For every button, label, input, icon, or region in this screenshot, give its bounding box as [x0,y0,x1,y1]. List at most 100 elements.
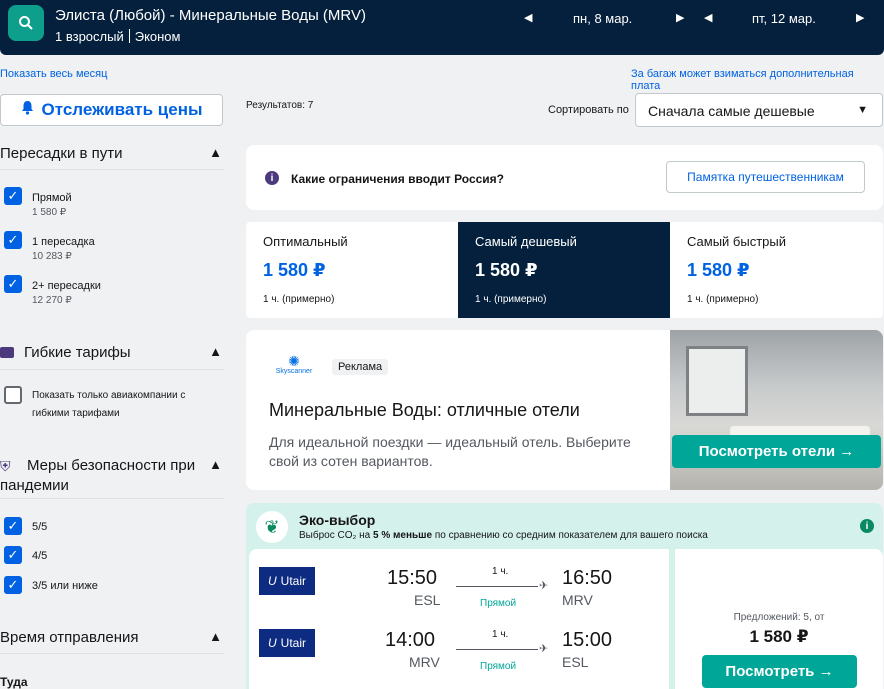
next-return-date-icon[interactable]: ▶ [856,11,864,24]
eco-text-bold: 5 % меньше [373,530,433,541]
arrival-time: 16:50 [562,567,613,589]
info-icon[interactable]: i [860,519,874,533]
next-depart-date-icon[interactable]: ▶ [676,11,684,24]
sunrise-icon: ✺ [288,353,300,369]
checkbox-flex-only[interactable] [4,386,22,404]
departure-time-header[interactable]: Время отправления ▲ [0,629,224,654]
tab-price: 1 580 ₽ [263,260,326,280]
tab-duration: 1 ч. (примерно) [687,294,759,305]
departure-airport: MRV [409,654,440,670]
eco-text-after: по сравнению со средним показателем для … [434,530,708,541]
chevron-up-icon[interactable]: ▲ [209,629,222,644]
plane-icon: ✈ [539,580,549,592]
results-count: Результатов: 7 [246,100,314,111]
show-month-link[interactable]: Показать весь месяц [0,68,107,80]
eco-text-before: Выброс CO₂ на [299,530,371,541]
checkbox-safety-3-or-less[interactable]: ✓ [4,576,22,594]
stops-filter-title: Пересадки в пути [0,145,123,162]
flight-price: 1 580 ₽ [749,627,809,646]
price-panel: Предложений: 5, от 1 580 ₽ Посмотреть → [675,549,883,689]
airline-name: Utair [280,636,306,650]
direct-flight-label: Прямой [480,661,517,672]
airline-logo: U Utair [259,567,315,595]
route-line [456,586,538,587]
search-header: Элиста (Любой) - Минеральные Воды (MRV) … [0,0,884,55]
route-line [456,649,538,650]
cabin-class: Эконом [134,29,181,44]
tab-optimal[interactable]: Оптимальный 1 580 ₽ 1 ч. (примерно) [246,222,458,318]
safety-filter-header[interactable]: ⛨ Меры безопасности при пандемии ▲ [0,457,224,499]
plane-icon: ✈ [539,643,549,655]
track-prices-button[interactable]: Отслеживать цены [0,94,223,126]
stops-filter-header[interactable]: Пересадки в пути ▲ [0,145,224,170]
flex-option-label: Показать только авиакомпании с [32,390,186,401]
tab-duration: 1 ч. (примерно) [475,294,547,305]
departure-airport: ESL [414,592,441,608]
hotel-ad-card[interactable]: ✺ Skyscanner Реклама Минеральные Воды: о… [246,330,883,490]
departure-time: 14:00 [385,629,436,651]
ad-badge: Реклама [332,359,389,375]
eco-text: Выброс CO₂ на 5 % меньше по сравнению со… [299,530,708,541]
restrictions-text: Какие ограничения вводит Россия? [291,172,504,186]
prev-return-date-icon[interactable]: ◀ [704,11,712,24]
flight-duration: 1 ч. [492,629,509,640]
tab-name: Оптимальный [263,234,348,249]
route-title[interactable]: Элиста (Любой) - Минеральные Воды (MRV) [55,7,366,24]
passengers-count: 1 взрослый [55,29,124,44]
departure-time: 15:50 [387,567,438,589]
stops-option-price: 10 283 ₽ [32,251,72,262]
safety-option-label: 3/5 или ниже [32,580,98,592]
checkbox-safety-5[interactable]: ✓ [4,517,22,535]
chevron-up-icon[interactable]: ▲ [209,145,222,160]
skyscanner-logo: ✺ Skyscanner [272,354,316,375]
leaf-icon: ❦ [256,511,288,543]
flight-itinerary[interactable]: U Utair 15:50 ESL 1 ч. ✈ Прямой 16:50 MRV… [249,549,669,689]
window-shape [686,346,748,416]
checkbox-one-stop[interactable]: ✓ [4,231,22,249]
route-details[interactable]: 1 взрослый Эконом [55,29,180,44]
sort-label: Сортировать по [548,104,629,116]
caret-down-icon: ▼ [857,104,868,116]
traveller-memo-button[interactable]: Памятка путешественникам [666,161,865,193]
departure-outbound-label: Туда [0,675,28,689]
prev-depart-date-icon[interactable]: ◀ [524,11,532,24]
search-button[interactable] [8,5,44,41]
chevron-up-icon[interactable]: ▲ [209,344,222,359]
direct-flight-label: Прямой [480,598,517,609]
tab-duration: 1 ч. (примерно) [263,294,335,305]
arrival-airport: ESL [562,654,589,670]
checkbox-direct[interactable]: ✓ [4,187,22,205]
utair-icon: U [267,636,277,650]
search-icon [19,16,33,30]
stops-option-price: 12 270 ₽ [32,295,72,306]
logo-text: Skyscanner [275,368,313,375]
chevron-up-icon[interactable]: ▲ [209,457,222,472]
safety-filter-title-line2: пандемии [0,477,69,494]
sort-select[interactable]: Сначала самые дешевые ▼ [635,93,883,127]
airline-logo: U Utair [259,629,315,657]
stops-option-price: 1 580 ₽ [32,207,67,218]
baggage-note-link[interactable]: За багаж может взиматься дополнительная … [631,68,884,92]
view-flight-button[interactable]: Посмотреть → [702,655,857,688]
tab-name: Самый быстрый [687,234,786,249]
ad-text: Для идеальной поездки — идеальный отель.… [269,434,631,469]
safety-option-label: 5/5 [32,521,48,533]
arrival-time: 15:00 [562,629,613,651]
return-date[interactable]: пт, 12 мар. [752,11,816,26]
ticket-icon [0,347,14,358]
stops-option-label: 2+ пересадки [32,280,101,292]
ad-title: Минеральные Воды: отличные отели [269,400,580,420]
utair-icon: U [267,574,277,588]
arrival-airport: MRV [562,592,593,608]
checkbox-two-plus-stops[interactable]: ✓ [4,275,22,293]
airline-name: Utair [280,574,306,588]
view-hotels-button[interactable]: Посмотреть отели → [672,435,881,468]
tab-fastest[interactable]: Самый быстрый 1 580 ₽ 1 ч. (примерно) [670,222,882,318]
track-prices-label: Отслеживать цены [41,100,203,119]
depart-date[interactable]: пн, 8 мар. [573,11,632,26]
checkbox-safety-4[interactable]: ✓ [4,546,22,564]
tab-price: 1 580 ₽ [687,260,750,280]
flex-filter-header[interactable]: Гибкие тарифы ▲ [0,344,224,370]
flex-filter-title: Гибкие тарифы [24,344,131,361]
tab-cheapest[interactable]: Самый дешевый 1 580 ₽ 1 ч. (примерно) [458,222,670,318]
